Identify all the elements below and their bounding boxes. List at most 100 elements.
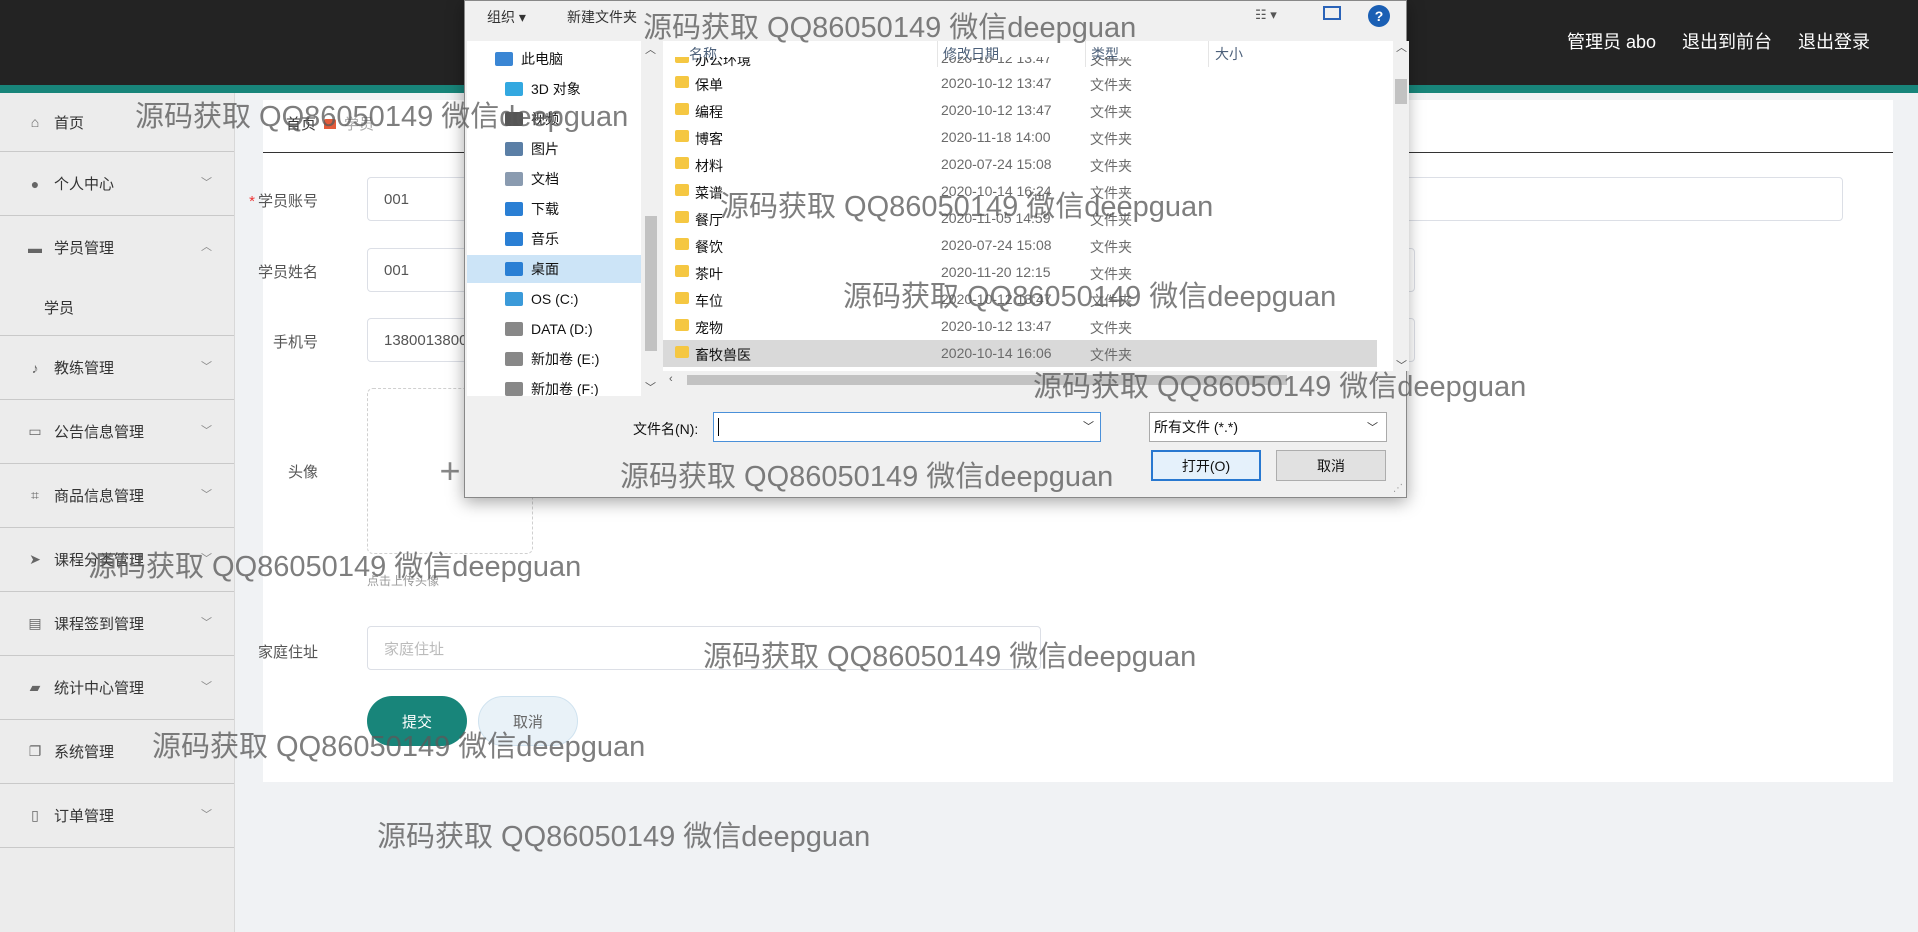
document-icon xyxy=(505,172,523,186)
view-options-icon[interactable]: ☷ ▾ xyxy=(1255,7,1277,22)
chevron-down-icon: ﹀ xyxy=(201,425,212,437)
top-links: 管理员 abo 退出到前台 退出登录 xyxy=(1567,28,1870,54)
file-row[interactable]: 博客 2020-11-18 14:00 文件夹 xyxy=(663,124,1377,151)
dialog-cancel-button[interactable]: 取消 xyxy=(1276,450,1386,481)
scroll-right-icon[interactable]: › xyxy=(1375,373,1379,385)
file-row[interactable]: 餐饮 2020-07-24 15:08 文件夹 xyxy=(663,232,1377,259)
tree-item-drive-f[interactable]: 新加卷 (F:) xyxy=(505,375,599,396)
file-row[interactable]: 保单 2020-10-12 13:47 文件夹 xyxy=(663,70,1377,97)
chevron-down-icon: ﹀ xyxy=(201,617,212,629)
account-label: * 学员账号 xyxy=(249,193,318,210)
tree-item-documents[interactable]: 文档 xyxy=(505,165,559,193)
scroll-down-icon[interactable]: ﹀ xyxy=(1396,357,1407,373)
tree-item-music[interactable]: 音乐 xyxy=(505,225,559,253)
open-button[interactable]: 打开(O) xyxy=(1151,450,1261,481)
sidebar-item-course-category-management[interactable]: ➤ 课程分类管理 ﹀ xyxy=(0,528,234,592)
tree-item-videos[interactable]: 视频 xyxy=(505,105,559,133)
crop-icon: ⌗ xyxy=(31,487,39,503)
sidebar-item-product-management[interactable]: ⌗ 商品信息管理 ﹀ xyxy=(0,464,234,528)
navigation-tree: 此电脑 3D 对象 视频 图片 文档 下载 音乐 桌面 OS (C:) DATA… xyxy=(467,41,641,396)
sidebar-item-course-checkin-management[interactable]: ▤ 课程签到管理 ﹀ xyxy=(0,592,234,656)
sidebar-item-label: 课程分类管理 xyxy=(54,552,145,569)
filetype-select[interactable]: 所有文件 (*.*) ﹀ xyxy=(1149,412,1387,442)
breadcrumb-current: 学员 xyxy=(344,116,375,133)
watermark: 源码获取 QQ86050149 微信deepguan xyxy=(377,821,871,853)
folder-icon xyxy=(675,57,689,63)
tree-item-drive-e[interactable]: 新加卷 (E:) xyxy=(505,345,599,373)
file-row[interactable]: 菜谱 2020-10-14 16:24 文件夹 xyxy=(663,178,1377,205)
logout-link[interactable]: 退出登录 xyxy=(1798,28,1870,54)
new-folder-button[interactable]: 新建文件夹 xyxy=(567,7,637,27)
folder-icon xyxy=(675,265,689,277)
file-row[interactable]: 编程 2020-10-12 13:47 文件夹 xyxy=(663,97,1377,124)
breadcrumb-home[interactable]: 首页 xyxy=(286,113,316,134)
computer-icon xyxy=(495,52,513,66)
tree-scrollbar-thumb[interactable] xyxy=(645,216,657,351)
folder-icon xyxy=(675,130,689,142)
back-to-frontend-link[interactable]: 退出到前台 xyxy=(1682,28,1772,54)
tree-item-drive-c[interactable]: OS (C:) xyxy=(505,285,578,313)
chevron-down-icon[interactable]: ﹀ xyxy=(1083,418,1094,434)
ticket-icon: ▰ xyxy=(29,679,41,695)
home-icon: ⌂ xyxy=(30,114,40,130)
drive-icon xyxy=(505,382,523,396)
tree-item-downloads[interactable]: 下载 xyxy=(505,195,559,223)
folder-icon xyxy=(675,346,689,358)
resize-grip-icon[interactable]: ⋰ xyxy=(1393,483,1403,494)
sidebar-subitem-student[interactable]: 学员 xyxy=(0,279,234,336)
tree-item-pictures[interactable]: 图片 xyxy=(505,135,559,163)
chevron-down-icon: ﹀ xyxy=(201,553,212,565)
file-row[interactable]: 宠物 2020-10-12 13:47 文件夹 xyxy=(663,313,1377,340)
tree-item-desktop[interactable]: 桌面 xyxy=(467,255,641,283)
folder-icon xyxy=(675,157,689,169)
picture-icon xyxy=(505,142,523,156)
desktop-icon xyxy=(505,262,523,276)
sidebar-item-label: 系统管理 xyxy=(54,744,115,761)
file-row[interactable]: 材料 2020-07-24 15:08 文件夹 xyxy=(663,151,1377,178)
file-row[interactable]: 茶叶 2020-11-20 12:15 文件夹 xyxy=(663,259,1377,286)
sidebar-item-home[interactable]: ⌂ 首页 xyxy=(0,93,234,152)
address-input[interactable]: 家庭住址 xyxy=(367,626,1041,670)
file-row[interactable]: 办公环境 2020-10-12 13:47 文件夹 xyxy=(663,57,1377,69)
admin-user-link[interactable]: 管理员 abo xyxy=(1567,28,1656,54)
file-row[interactable]: 车位 2020-10-12 13:47 文件夹 xyxy=(663,286,1377,313)
music-icon xyxy=(505,232,523,246)
sidebar-item-system-management[interactable]: ❐ 系统管理 xyxy=(0,720,234,784)
sidebar-item-personal-center[interactable]: ● 个人中心 ﹀ xyxy=(0,152,234,216)
text-caret xyxy=(718,418,719,436)
video-icon xyxy=(505,112,523,126)
phone-icon: ▯ xyxy=(31,807,39,823)
folder-icon xyxy=(675,103,689,115)
sidebar-item-coach-management[interactable]: ♪ 教练管理 ﹀ xyxy=(0,336,234,400)
preview-pane-icon[interactable] xyxy=(1323,6,1341,20)
drive-icon xyxy=(505,292,523,306)
file-row-selected[interactable]: 畜牧兽医 2020-10-14 16:06 文件夹 xyxy=(663,340,1377,367)
file-list-hscroll-thumb[interactable] xyxy=(687,375,1287,385)
scroll-up-icon[interactable]: ︿ xyxy=(645,41,656,57)
chevron-down-icon: ﹀ xyxy=(201,489,212,501)
chevron-up-icon: ︿ xyxy=(201,241,212,253)
sidebar-item-statistics-management[interactable]: ▰ 统计中心管理 ﹀ xyxy=(0,656,234,720)
scroll-left-icon[interactable]: ‹ xyxy=(669,373,673,385)
file-list-vscroll-thumb[interactable] xyxy=(1395,79,1407,104)
chevron-down-icon: ﹀ xyxy=(1367,422,1378,434)
sidebar-item-student-management[interactable]: ▬ 学员管理 ︿ xyxy=(0,216,234,279)
tree-item-3d-objects[interactable]: 3D 对象 xyxy=(505,75,581,103)
folder-icon xyxy=(675,319,689,331)
sidebar-item-announcement-management[interactable]: ▭ 公告信息管理 ﹀ xyxy=(0,400,234,464)
scroll-down-icon[interactable]: ﹀ xyxy=(645,379,656,395)
organize-button[interactable]: 组织 ▾ xyxy=(487,7,526,27)
folder-icon xyxy=(675,76,689,88)
avatar-label: 头像 xyxy=(287,464,318,481)
scroll-up-icon[interactable]: ︿ xyxy=(1396,39,1407,55)
sidebar-item-label: 商品信息管理 xyxy=(54,488,145,505)
drive-icon xyxy=(505,352,523,366)
help-icon[interactable]: ? xyxy=(1368,5,1390,27)
submit-button[interactable]: 提交 xyxy=(367,696,467,746)
tree-item-drive-d[interactable]: DATA (D:) xyxy=(505,315,593,343)
file-row[interactable]: 餐厅 2020-11-05 14:59 文件夹 xyxy=(663,205,1377,232)
tree-item-this-pc[interactable]: 此电脑 xyxy=(495,45,563,73)
filename-input[interactable]: ﹀ xyxy=(713,412,1101,442)
cancel-button[interactable]: 取消 xyxy=(478,696,578,746)
sidebar-item-order-management[interactable]: ▯ 订单管理 ﹀ xyxy=(0,784,234,848)
